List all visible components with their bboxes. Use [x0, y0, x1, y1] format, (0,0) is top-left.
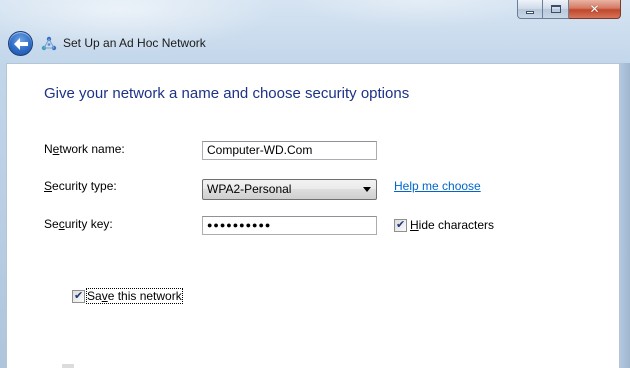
back-arrow-icon [13, 37, 28, 50]
back-button[interactable] [8, 31, 33, 56]
network-icon [41, 36, 57, 51]
chevron-down-icon [363, 187, 371, 192]
caption-buttons: ✕ [517, 0, 621, 20]
security-key-input[interactable]: ●●●●●●●●●● [202, 216, 377, 235]
hide-characters-checkbox[interactable]: ✔ [394, 218, 407, 232]
security-type-value: WPA2-Personal [207, 182, 292, 196]
help-me-choose-link[interactable]: Help me choose [394, 179, 481, 193]
checkmark-icon: ✔ [74, 289, 84, 302]
close-icon: ✕ [589, 2, 600, 16]
maximize-icon [550, 5, 561, 13]
save-network-label[interactable]: Save this network [86, 288, 183, 304]
page-heading: Give your network a name and choose secu… [44, 85, 410, 102]
security-type-label-access: S [44, 179, 53, 193]
minimize-button[interactable] [517, 0, 543, 19]
close-button[interactable]: ✕ [569, 0, 621, 19]
checkmark-icon: ✔ [396, 218, 406, 231]
window-right-edge [620, 63, 630, 368]
hide-characters-label-access: H [410, 218, 419, 232]
network-name-label-pre: N [44, 142, 53, 156]
minimize-icon [526, 10, 534, 14]
hide-characters-label-post: ide characters [418, 218, 495, 232]
security-type-label: Security type: [44, 179, 117, 193]
save-network-checkbox[interactable]: ✔ [72, 289, 85, 303]
window-title: Set Up an Ad Hoc Network [63, 36, 206, 50]
network-name-label-post: twork name: [59, 142, 125, 156]
network-name-label: Network name: [44, 142, 125, 156]
save-network-label-pre: Sa [87, 289, 102, 303]
save-network-label-post: e this network [107, 289, 182, 303]
network-name-input[interactable]: Computer-WD.Com [202, 141, 377, 160]
security-key-label: Security key: [44, 217, 113, 231]
hide-characters-label[interactable]: Hide characters [410, 218, 494, 232]
security-type-select[interactable]: WPA2-Personal [202, 179, 377, 200]
security-key-label-post: urity key: [64, 217, 113, 231]
security-type-label-post: ecurity type: [52, 179, 117, 193]
maximize-button[interactable] [543, 0, 569, 19]
partial-element [62, 364, 74, 368]
security-key-label-pre: Se [44, 217, 59, 231]
